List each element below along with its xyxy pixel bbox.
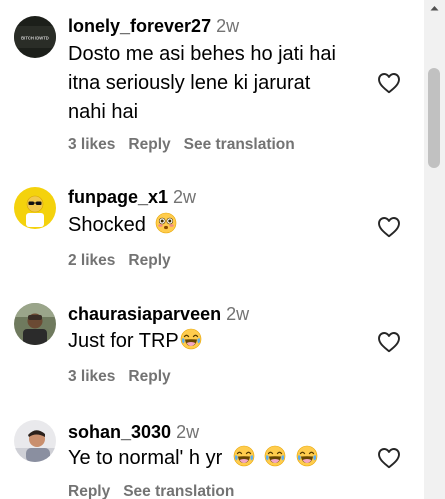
reply-button[interactable]: Reply — [128, 368, 170, 385]
avatar[interactable] — [14, 420, 56, 462]
timestamp: 2w — [226, 304, 250, 324]
comment-header: lonely_forever27 2w — [68, 15, 239, 37]
heart-outline-icon[interactable] — [377, 447, 401, 469]
comment-text: Shocked — [68, 211, 368, 240]
rolling-laughing-emoji-icon — [265, 445, 286, 467]
comment-text-content: Ye to normal' h yr — [68, 447, 223, 469]
comment-text: Just for TRP — [68, 327, 368, 356]
comment-text-content: Just for TRP — [68, 330, 179, 352]
timestamp: 2w — [216, 16, 240, 36]
reply-button[interactable]: Reply — [128, 136, 170, 153]
scrollbar[interactable] — [424, 0, 445, 499]
timestamp: 2w — [176, 422, 200, 442]
username[interactable]: sohan_3030 — [68, 422, 171, 442]
comment-text-line: nahi hai — [68, 101, 139, 123]
comment-text: Dosto me asi behes ho jati hai itna seri… — [68, 40, 368, 127]
heart-outline-icon[interactable] — [377, 216, 401, 238]
likes-count[interactable]: 3 likes — [68, 136, 115, 153]
heart-outline-icon[interactable] — [377, 331, 401, 353]
comments-panel: BITCH IDWTD lonely_forever27 2w Dosto me … — [0, 0, 445, 499]
comment-actions: 3 likes Reply See translation — [68, 135, 308, 155]
reply-button[interactable]: Reply — [128, 252, 170, 269]
username[interactable]: lonely_forever27 — [68, 16, 211, 36]
avatar-text: BITCH IDWTD — [21, 36, 49, 41]
comment-header: sohan_3030 2w — [68, 421, 199, 443]
flushed-face-emoji-icon — [156, 212, 177, 234]
see-translation-button[interactable]: See translation — [123, 483, 234, 499]
scroll-up-arrow-icon[interactable] — [424, 0, 445, 17]
rolling-laughing-emoji-icon — [180, 328, 202, 350]
avatar[interactable] — [14, 187, 56, 229]
comment-text: Ye to normal' h yr — [68, 444, 388, 473]
comment-header: funpage_x1 2w — [68, 186, 196, 208]
timestamp: 2w — [173, 187, 197, 207]
comment-actions: Reply See translation — [68, 482, 247, 499]
avatar[interactable]: BITCH IDWTD — [14, 16, 56, 58]
likes-count[interactable]: 2 likes — [68, 252, 115, 269]
comment-text-line: Dosto me asi behes ho jati hai — [68, 43, 336, 65]
scrollbar-thumb[interactable] — [428, 68, 440, 168]
comment-header: chaurasiaparveen 2w — [68, 303, 249, 325]
see-translation-button[interactable]: See translation — [184, 136, 295, 153]
heart-outline-icon[interactable] — [377, 72, 401, 94]
likes-count[interactable]: 3 likes — [68, 368, 115, 385]
reply-button[interactable]: Reply — [68, 483, 110, 499]
comment-text-line: itna seriously lene ki jarurat — [68, 72, 311, 94]
username[interactable]: funpage_x1 — [68, 187, 168, 207]
comment-item: BITCH IDWTD lonely_forever27 2w Dosto me … — [0, 0, 420, 165]
username[interactable]: chaurasiaparveen — [68, 304, 221, 324]
rolling-laughing-emoji-icon — [233, 445, 255, 467]
comment-actions: 3 likes Reply — [68, 367, 184, 387]
avatar[interactable] — [14, 303, 56, 345]
rolling-laughing-emoji-icon — [296, 445, 318, 467]
comment-actions: 2 likes Reply — [68, 251, 184, 271]
comment-text-content: Shocked — [68, 214, 146, 236]
